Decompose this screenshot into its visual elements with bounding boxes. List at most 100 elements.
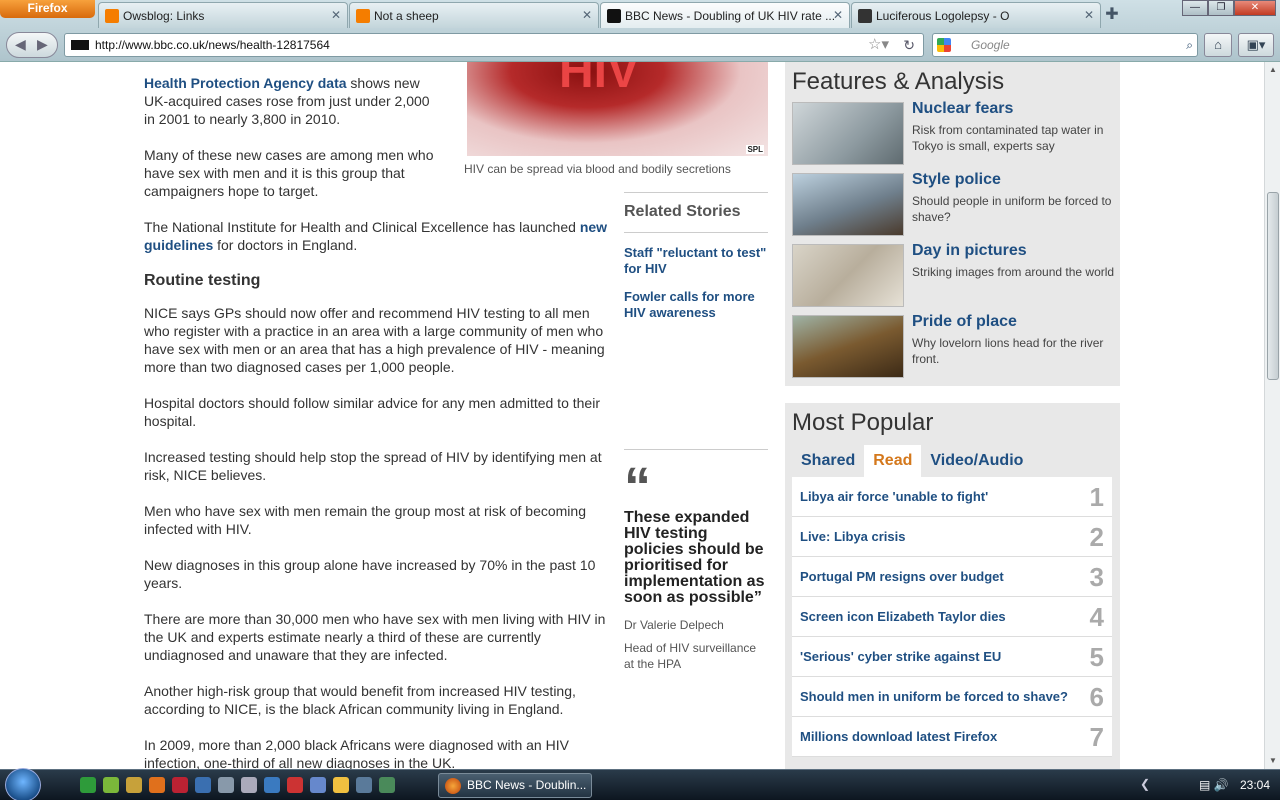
paragraph-text: The National Institute for Health and Cl… — [144, 219, 580, 235]
quote-author-role: Head of HIV surveillance at the HPA — [624, 641, 757, 671]
tab-strip: Owsblog: Links ✕ Not a sheep ✕ BBC News … — [98, 2, 1102, 28]
article-paragraph: Hospital doctors should follow similar a… — [144, 395, 600, 429]
related-link[interactable]: Fowler calls for more HIV awareness — [624, 289, 768, 321]
gear-icon[interactable] — [241, 777, 257, 793]
article-paragraph: Many of these new cases are among men wh… — [144, 147, 434, 199]
url-text: http://www.bbc.co.uk/news/health-1281756… — [95, 38, 330, 52]
close-icon[interactable]: ✕ — [331, 8, 341, 22]
feature-item[interactable]: Day in pictures Striking images from aro… — [792, 242, 1114, 315]
feature-item[interactable]: Pride of place Why lovelorn lions head f… — [792, 313, 1112, 386]
rank-number: 7 — [1089, 722, 1104, 752]
tab-shared[interactable]: Shared — [792, 445, 864, 477]
list-item: Screen icon Elizabeth Taylor dies 4 — [792, 597, 1112, 637]
bbc-icon — [607, 9, 621, 23]
app-icon[interactable] — [103, 777, 119, 793]
feature-title[interactable]: Nuclear fears — [912, 100, 1013, 118]
related-stories: Related Stories Staff "reluctant to test… — [624, 192, 768, 321]
image-credit: SPL — [746, 145, 764, 154]
popular-link[interactable]: Libya air force 'unable to fight' — [800, 489, 988, 504]
window-close-icon[interactable]: ✕ — [1234, 0, 1276, 16]
app-icon[interactable] — [379, 777, 395, 793]
windows-taskbar: BBC News - Doublin... ❮ ▤ 🔊 23:04 — [0, 768, 1280, 800]
reload-icon[interactable]: ↻ — [903, 34, 915, 56]
search-placeholder: Google — [971, 38, 1010, 52]
tab-luciferous[interactable]: Luciferous Logolepsy - O ✕ — [851, 2, 1101, 28]
popular-link[interactable]: Screen icon Elizabeth Taylor dies — [800, 609, 1006, 624]
paragraph-text: for doctors in England. — [213, 237, 358, 253]
most-popular-panel: Most Popular Shared Read Video/Audio Lib… — [785, 403, 1120, 769]
rank-number: 2 — [1089, 522, 1104, 552]
scroll-down-icon[interactable]: ▼ — [1265, 753, 1280, 769]
scroll-up-icon[interactable]: ▲ — [1265, 62, 1280, 78]
app-icon[interactable] — [264, 777, 280, 793]
feature-title[interactable]: Pride of place — [912, 313, 1017, 331]
home-icon[interactable]: ⌂ — [1204, 33, 1232, 57]
maximize-icon[interactable]: ❐ — [1208, 0, 1234, 16]
app-icon[interactable] — [333, 777, 349, 793]
feature-description: Should people in uniform be forced to sh… — [912, 194, 1112, 224]
tab-title: Not a sheep — [374, 9, 439, 23]
popular-list: Libya air force 'unable to fight' 1 Live:… — [792, 477, 1112, 757]
features-panel: Features & Analysis Nuclear fears Risk f… — [785, 62, 1120, 386]
app-icon[interactable] — [126, 777, 142, 793]
tab-bbc-news[interactable]: BBC News - Doubling of UK HIV rate ... ✕ — [600, 2, 850, 28]
start-button[interactable] — [5, 768, 41, 800]
list-item: 'Serious' cyber strike against EU 5 — [792, 637, 1112, 677]
feature-thumbnail[interactable] — [792, 102, 904, 165]
related-link[interactable]: Staff "reluctant to test" for HIV — [624, 245, 768, 277]
forward-arrow-icon[interactable]: ▶ — [37, 36, 48, 53]
search-icon[interactable]: ⌕ — [1186, 34, 1193, 56]
close-icon[interactable]: ✕ — [833, 8, 843, 22]
firefox-menu-button[interactable]: Firefox — [0, 0, 95, 18]
list-item: Millions download latest Firefox 7 — [792, 717, 1112, 757]
media-icon[interactable] — [80, 777, 96, 793]
google-icon[interactable] — [937, 38, 951, 52]
feature-title[interactable]: Day in pictures — [912, 242, 1027, 260]
tool-icon[interactable] — [172, 777, 188, 793]
popular-link[interactable]: Should men in uniform be forced to shave… — [800, 689, 1068, 704]
search-input[interactable]: Google ⌕ — [932, 33, 1198, 57]
close-icon[interactable]: ✕ — [1084, 8, 1094, 22]
bookmark-star-icon[interactable]: ☆▾ — [868, 34, 889, 56]
hpa-data-link[interactable]: Health Protection Agency data — [144, 75, 347, 91]
taskbar-firefox-window[interactable]: BBC News - Doublin... — [438, 773, 592, 798]
firefox-icon[interactable] — [149, 777, 165, 793]
feature-description: Striking images from around the world — [912, 265, 1115, 279]
popular-link[interactable]: 'Serious' cyber strike against EU — [800, 649, 1001, 664]
feature-thumbnail[interactable] — [792, 173, 904, 236]
back-arrow-icon[interactable]: ◀ — [15, 36, 26, 53]
url-bar[interactable]: http://www.bbc.co.uk/news/health-1281756… — [64, 33, 924, 57]
feature-thumbnail[interactable] — [792, 244, 904, 307]
rank-number: 4 — [1089, 602, 1104, 632]
minimize-icon[interactable]: — — [1182, 0, 1208, 16]
app-icon[interactable] — [310, 777, 326, 793]
network-icon[interactable]: ▤ — [1199, 778, 1210, 792]
popular-link[interactable]: Portugal PM resigns over budget — [800, 569, 1004, 584]
monitor-icon[interactable] — [356, 777, 372, 793]
tab-video-audio[interactable]: Video/Audio — [921, 445, 1032, 477]
close-icon[interactable]: ✕ — [582, 8, 592, 22]
app-icon[interactable] — [287, 777, 303, 793]
scrollbar-thumb[interactable] — [1267, 192, 1279, 380]
popular-tabs: Shared Read Video/Audio — [792, 445, 1112, 477]
feature-title[interactable]: Style police — [912, 171, 1001, 189]
tab-owsblog[interactable]: Owsblog: Links ✕ — [98, 2, 348, 28]
clock[interactable]: 23:04 — [1240, 778, 1270, 792]
article-paragraph: NICE says GPs should now offer and recom… — [144, 305, 605, 375]
bookmarks-menu-icon[interactable]: ▣▾ — [1238, 33, 1274, 57]
feature-item[interactable]: Nuclear fears Risk from contaminated tap… — [792, 100, 1112, 173]
app-icon[interactable] — [218, 777, 234, 793]
tray-expand-icon[interactable]: ❮ — [1140, 777, 1150, 791]
popular-link[interactable]: Millions download latest Firefox — [800, 729, 997, 744]
volume-icon[interactable]: 🔊 — [1214, 778, 1229, 792]
tab-read[interactable]: Read — [864, 445, 922, 477]
app-icon[interactable] — [195, 777, 211, 793]
feature-item[interactable]: Style police Should people in uniform be… — [792, 171, 1112, 244]
vertical-scrollbar[interactable]: ▲ ▼ — [1264, 62, 1280, 769]
popular-link[interactable]: Live: Libya crisis — [800, 529, 906, 544]
back-forward-buttons: ◀ ▶ — [6, 32, 58, 58]
feature-thumbnail[interactable] — [792, 315, 904, 378]
tab-not-a-sheep[interactable]: Not a sheep ✕ — [349, 2, 599, 28]
new-tab-icon[interactable]: ✚ — [1100, 4, 1124, 26]
list-item: Should men in uniform be forced to shave… — [792, 677, 1112, 717]
